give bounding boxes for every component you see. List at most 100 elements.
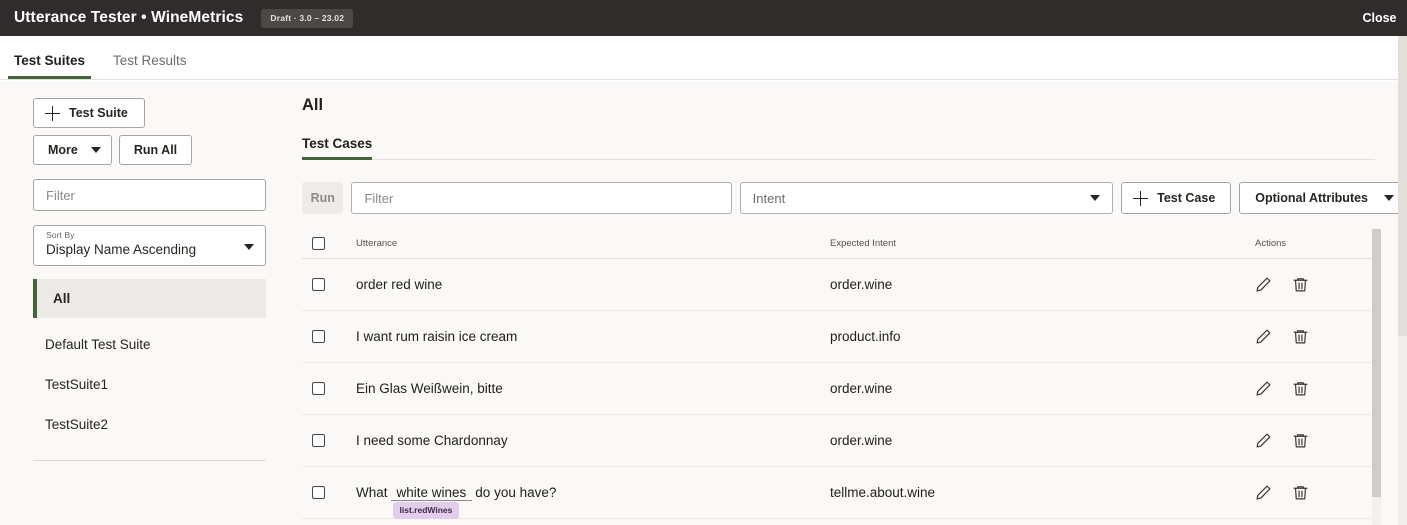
column-header-actions: Actions xyxy=(1255,238,1287,249)
row-select-cell xyxy=(312,330,356,343)
row-select-cell xyxy=(312,278,356,291)
tab-test-results[interactable]: Test Results xyxy=(99,53,201,79)
row-select-cell xyxy=(312,486,356,499)
chevron-down-icon xyxy=(1090,195,1101,201)
sidebar-filter-field[interactable] xyxy=(33,179,266,211)
intent-select[interactable]: Intent xyxy=(739,182,1114,214)
table-row[interactable]: Ein Glas Weißwein, bitte order.wine xyxy=(302,363,1375,415)
cell-utterance: Ein Glas Weißwein, bitte xyxy=(356,381,503,396)
optional-attributes-label: Optional Attributes xyxy=(1255,191,1369,205)
add-test-suite-label: Test Suite xyxy=(69,106,128,120)
tab-test-suites[interactable]: Test Suites xyxy=(0,53,99,79)
row-select-cell xyxy=(312,434,356,447)
test-suite-list: All Default Test Suite TestSuite1 TestSu… xyxy=(33,279,266,461)
sidebar-item-label: All xyxy=(53,291,71,306)
run-all-label: Run All xyxy=(133,143,178,157)
annotated-entity-text: white wines xyxy=(390,485,473,501)
table-row[interactable]: I want rum raisin ice cream product.info xyxy=(302,311,1375,363)
utterance-prefix: What xyxy=(356,485,388,500)
sidebar-item-all[interactable]: All xyxy=(33,279,266,318)
delete-icon[interactable] xyxy=(1292,432,1309,449)
table-row[interactable]: What white wines list.redWines do you ha… xyxy=(302,467,1375,519)
row-checkbox[interactable] xyxy=(312,486,325,499)
table-row[interactable]: I need some Chardonnay order.wine xyxy=(302,415,1375,467)
edit-icon[interactable] xyxy=(1255,380,1272,397)
sidebar: Test Suite More Run All Sort By Display … xyxy=(0,81,288,525)
row-checkbox[interactable] xyxy=(312,382,325,395)
body: Test Suite More Run All Sort By Display … xyxy=(0,81,1407,525)
plus-icon xyxy=(1133,190,1149,206)
row-checkbox[interactable] xyxy=(312,278,325,291)
cell-expected-intent: product.info xyxy=(830,329,901,344)
content-toolbar: Run Intent Test Case Optional Attributes xyxy=(302,182,1407,214)
cell-expected-intent: tellme.about.wine xyxy=(830,485,936,500)
select-all-cell xyxy=(312,237,356,250)
sort-by-value: Display Name Ascending xyxy=(46,242,197,257)
page-title: All xyxy=(302,96,324,114)
annotated-entity[interactable]: white wines list.redWines xyxy=(390,485,473,519)
content-panel: All Test Cases Run Intent Test Case xyxy=(288,81,1407,525)
edit-icon[interactable] xyxy=(1255,484,1272,501)
delete-icon[interactable] xyxy=(1292,484,1309,501)
cell-utterance: I want rum raisin ice cream xyxy=(356,329,518,344)
sidebar-item-testsuite2[interactable]: TestSuite2 xyxy=(33,405,266,444)
row-checkbox[interactable] xyxy=(312,434,325,447)
tab-test-cases[interactable]: Test Cases xyxy=(302,136,378,160)
sort-by-label: Sort By xyxy=(46,230,75,240)
chevron-down-icon xyxy=(244,244,254,250)
cell-actions xyxy=(1255,276,1375,293)
sidebar-filter-input[interactable] xyxy=(46,187,253,203)
sidebar-item-label: TestSuite2 xyxy=(45,417,109,432)
test-case-filter-field[interactable] xyxy=(351,182,732,214)
page-scrollbar-thumb[interactable] xyxy=(1398,36,1407,336)
close-button[interactable]: Close xyxy=(1352,0,1407,36)
app-root: Utterance Tester • WineMetrics Draft · 3… xyxy=(0,0,1407,525)
cell-utterance: What white wines list.redWines do you ha… xyxy=(356,485,830,519)
test-case-filter-input[interactable] xyxy=(364,190,719,206)
sidebar-button-row: More Run All xyxy=(33,135,266,165)
chevron-down-icon xyxy=(1384,195,1395,201)
sidebar-item-label: Default Test Suite xyxy=(45,337,151,352)
row-checkbox[interactable] xyxy=(312,330,325,343)
optional-attributes-button[interactable]: Optional Attributes xyxy=(1239,182,1407,214)
sort-by-select[interactable]: Sort By Display Name Ascending xyxy=(33,225,266,266)
cell-utterance: order red wine xyxy=(356,277,443,292)
add-test-suite-button[interactable]: Test Suite xyxy=(33,98,145,128)
run-button[interactable]: Run xyxy=(302,182,344,214)
edit-icon[interactable] xyxy=(1255,432,1272,449)
cell-expected-intent: order.wine xyxy=(830,433,893,448)
column-header-expected-intent: Expected Intent xyxy=(830,238,897,249)
entity-tag: list.redWines xyxy=(392,501,460,519)
delete-icon[interactable] xyxy=(1292,328,1309,345)
app-title: Utterance Tester • WineMetrics xyxy=(14,9,244,26)
edit-icon[interactable] xyxy=(1255,328,1272,345)
more-label: More xyxy=(48,143,78,157)
sidebar-item-label: TestSuite1 xyxy=(45,377,109,392)
table-scrollbar-thumb[interactable] xyxy=(1372,229,1381,497)
more-button[interactable]: More xyxy=(33,135,112,165)
edit-icon[interactable] xyxy=(1255,276,1272,293)
add-test-case-button[interactable]: Test Case xyxy=(1121,182,1232,214)
cell-actions xyxy=(1255,484,1375,501)
table-row[interactable]: order red wine order.wine xyxy=(302,259,1375,311)
delete-icon[interactable] xyxy=(1292,380,1309,397)
sidebar-item-default-test-suite[interactable]: Default Test Suite xyxy=(33,325,266,364)
sidebar-divider xyxy=(33,460,266,461)
table-body: order red wine order.wine I want rum rai… xyxy=(302,259,1375,519)
cell-actions xyxy=(1255,380,1375,397)
content-tab-strip: Test Cases xyxy=(302,132,1375,160)
top-bar: Utterance Tester • WineMetrics Draft · 3… xyxy=(0,0,1407,36)
run-all-button[interactable]: Run All xyxy=(118,135,193,165)
version-badge: Draft · 3.0 – 23.02 xyxy=(261,8,354,28)
column-header-utterance: Utterance xyxy=(356,238,398,249)
main-tab-strip: Test Suites Test Results xyxy=(0,36,1407,80)
cell-actions xyxy=(1255,328,1375,345)
test-cases-table: Utterance Expected Intent Actions order … xyxy=(302,229,1381,525)
add-test-case-label: Test Case xyxy=(1157,191,1216,205)
select-all-checkbox[interactable] xyxy=(312,237,325,250)
delete-icon[interactable] xyxy=(1292,276,1309,293)
cell-utterance: I need some Chardonnay xyxy=(356,433,508,448)
sidebar-item-testsuite1[interactable]: TestSuite1 xyxy=(33,365,266,404)
cell-actions xyxy=(1255,432,1375,449)
table-header-row: Utterance Expected Intent Actions xyxy=(302,229,1375,259)
